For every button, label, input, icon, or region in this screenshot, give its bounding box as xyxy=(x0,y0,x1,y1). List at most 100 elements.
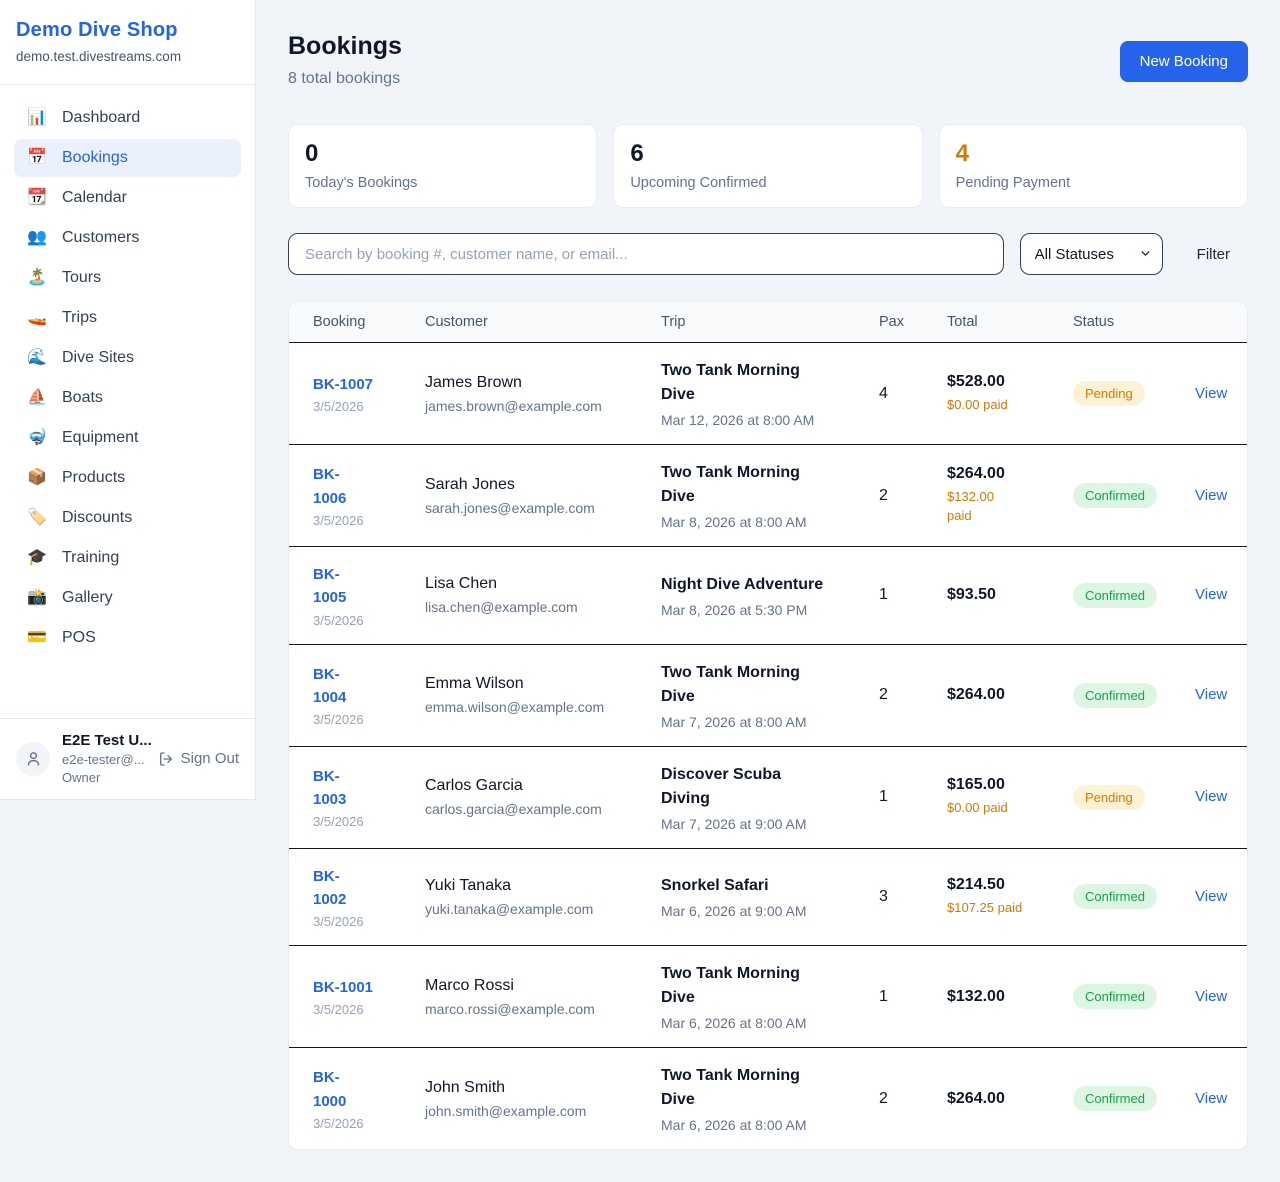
sidebar-item-discounts[interactable]: 🏷️ Discounts xyxy=(14,499,241,537)
people-icon: 👥 xyxy=(26,230,48,246)
customer-name: Sarah Jones xyxy=(425,476,661,494)
trip-cell: Two Tank Morning Dive Mar 6, 2026 at 8:0… xyxy=(661,1064,879,1133)
sidebar-item-calendar[interactable]: 📆 Calendar xyxy=(14,179,241,217)
total-amount: $264.00 xyxy=(947,686,1073,704)
customer-cell: Sarah Jones sarah.jones@example.com xyxy=(425,476,661,516)
filter-button[interactable]: Filter xyxy=(1163,246,1248,263)
booking-id-link[interactable]: BK-1001 xyxy=(313,976,373,999)
booking-date: 3/5/2026 xyxy=(313,1116,425,1131)
view-link[interactable]: View xyxy=(1195,888,1227,905)
table-row: BK- 1004 3/5/2026 Emma Wilson emma.wilso… xyxy=(289,645,1247,747)
shop-domain: demo.test.divestreams.com xyxy=(16,49,239,64)
booking-cell: BK-1007 3/5/2026 xyxy=(313,373,425,414)
booking-date: 3/5/2026 xyxy=(313,399,425,414)
sidebar-item-tours[interactable]: 🏝️ Tours xyxy=(14,259,241,297)
sidebar-item-label: Dashboard xyxy=(62,109,140,127)
view-link[interactable]: View xyxy=(1195,487,1227,504)
sidebar-item-label: Boats xyxy=(62,389,103,407)
trip-cell: Two Tank Morning Dive Mar 12, 2026 at 8:… xyxy=(661,359,879,428)
customer-cell: Lisa Chen lisa.chen@example.com xyxy=(425,575,661,615)
status-badge: Confirmed xyxy=(1073,884,1157,909)
paid-amount: $132.00 paid xyxy=(947,488,1073,526)
stat-value: 0 xyxy=(305,140,580,168)
tearoff-calendar-icon: 📆 xyxy=(26,190,48,206)
booking-id-link[interactable]: BK- 1003 xyxy=(313,765,346,812)
sidebar-item-products[interactable]: 📦 Products xyxy=(14,459,241,497)
action-cell: View xyxy=(1195,586,1227,604)
sidebar-item-label: POS xyxy=(62,629,96,647)
view-link[interactable]: View xyxy=(1195,686,1227,703)
table-row: BK- 1000 3/5/2026 John Smith john.smith@… xyxy=(289,1048,1247,1149)
person-icon xyxy=(25,750,42,767)
customer-email: carlos.garcia@example.com xyxy=(425,801,661,817)
column-header-trip: Trip xyxy=(661,314,879,330)
booking-cell: BK- 1000 3/5/2026 xyxy=(313,1066,425,1131)
trip-datetime: Mar 6, 2026 at 9:00 AM xyxy=(661,903,879,919)
pax-count: 4 xyxy=(879,385,947,403)
wave-icon: 🌊 xyxy=(26,350,48,366)
customer-email: yuki.tanaka@example.com xyxy=(425,901,661,917)
view-link[interactable]: View xyxy=(1195,1090,1227,1107)
customer-email: marco.rossi@example.com xyxy=(425,1001,661,1017)
customer-cell: Carlos Garcia carlos.garcia@example.com xyxy=(425,777,661,817)
trip-cell: Two Tank Morning Dive Mar 7, 2026 at 8:0… xyxy=(661,661,879,730)
paid-amount: $0.00 paid xyxy=(947,396,1073,415)
user-name: E2E Test U... xyxy=(62,732,146,749)
customer-cell: Yuki Tanaka yuki.tanaka@example.com xyxy=(425,877,661,917)
booking-id-link[interactable]: BK- 1005 xyxy=(313,563,346,610)
sidebar-item-equipment[interactable]: 🤿 Equipment xyxy=(14,419,241,457)
customer-cell: Emma Wilson emma.wilson@example.com xyxy=(425,675,661,715)
booking-cell: BK-1001 3/5/2026 xyxy=(313,976,425,1017)
customer-name: Lisa Chen xyxy=(425,575,661,593)
status-badge: Confirmed xyxy=(1073,984,1157,1009)
stat-label: Today's Bookings xyxy=(305,175,580,191)
search-input[interactable] xyxy=(288,233,1004,275)
view-link[interactable]: View xyxy=(1195,586,1227,603)
action-cell: View xyxy=(1195,385,1227,403)
status-filter-select[interactable]: All Statuses xyxy=(1020,233,1163,275)
trip-name: Two Tank Morning Dive xyxy=(661,1064,879,1112)
sidebar-item-pos[interactable]: 💳 POS xyxy=(14,619,241,657)
table-row: BK-1001 3/5/2026 Marco Rossi marco.rossi… xyxy=(289,946,1247,1048)
trip-datetime: Mar 8, 2026 at 8:00 AM xyxy=(661,514,879,530)
total-amount: $214.50 xyxy=(947,876,1073,894)
view-link[interactable]: View xyxy=(1195,385,1227,402)
view-link[interactable]: View xyxy=(1195,988,1227,1005)
total-amount: $528.00 xyxy=(947,373,1073,391)
total-cell: $264.00 xyxy=(947,1090,1073,1108)
sidebar-item-boats[interactable]: ⛵ Boats xyxy=(14,379,241,417)
booking-id-link[interactable]: BK- 1006 xyxy=(313,463,346,510)
sidebar-item-customers[interactable]: 👥 Customers xyxy=(14,219,241,257)
booking-id-link[interactable]: BK- 1000 xyxy=(313,1066,346,1113)
view-link[interactable]: View xyxy=(1195,788,1227,805)
sidebar-item-dashboard[interactable]: 📊 Dashboard xyxy=(14,99,241,137)
sign-out-button[interactable]: Sign Out xyxy=(158,750,239,767)
customer-name: John Smith xyxy=(425,1079,661,1097)
sidebar-item-label: Products xyxy=(62,469,125,487)
sidebar-item-gallery[interactable]: 📸 Gallery xyxy=(14,579,241,617)
booking-date: 3/5/2026 xyxy=(313,914,425,929)
action-cell: View xyxy=(1195,1090,1227,1108)
sidebar-item-bookings[interactable]: 📅 Bookings xyxy=(14,139,241,177)
customer-email: james.brown@example.com xyxy=(425,398,661,414)
booking-id-link[interactable]: BK- 1004 xyxy=(313,663,346,710)
sidebar-item-training[interactable]: 🎓 Training xyxy=(14,539,241,577)
sidebar-item-dive-sites[interactable]: 🌊 Dive Sites xyxy=(14,339,241,377)
customer-cell: John Smith john.smith@example.com xyxy=(425,1079,661,1119)
sidebar-item-trips[interactable]: 🚤 Trips xyxy=(14,299,241,337)
credit-card-icon: 💳 xyxy=(26,630,48,646)
user-info: E2E Test U... e2e-tester@... Owner xyxy=(62,732,146,785)
table-body: BK-1007 3/5/2026 James Brown james.brown… xyxy=(289,343,1247,1149)
new-booking-button[interactable]: New Booking xyxy=(1120,41,1248,82)
sidebar-item-label: Training xyxy=(62,549,119,567)
status-cell: Confirmed xyxy=(1073,583,1195,608)
booking-id-link[interactable]: BK- 1002 xyxy=(313,865,346,912)
trip-datetime: Mar 12, 2026 at 8:00 AM xyxy=(661,412,879,428)
page-header: Bookings 8 total bookings New Booking xyxy=(288,32,1248,88)
status-cell: Confirmed xyxy=(1073,884,1195,909)
booking-id-link[interactable]: BK-1007 xyxy=(313,373,373,396)
table-row: BK-1007 3/5/2026 James Brown james.brown… xyxy=(289,343,1247,445)
total-amount: $132.00 xyxy=(947,988,1073,1006)
status-cell: Confirmed xyxy=(1073,984,1195,1009)
action-cell: View xyxy=(1195,988,1227,1006)
